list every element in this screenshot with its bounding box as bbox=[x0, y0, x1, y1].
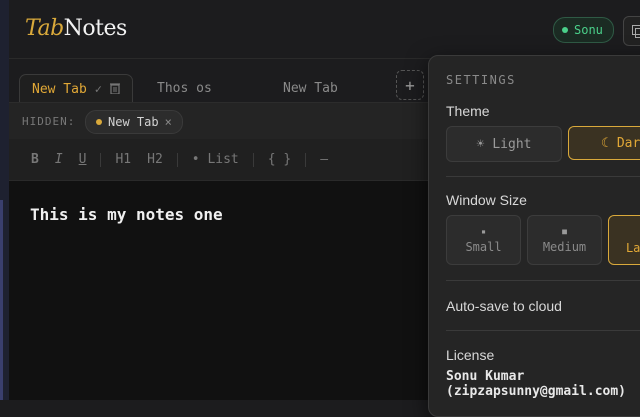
trash-icon[interactable] bbox=[110, 82, 121, 97]
close-icon[interactable]: × bbox=[165, 115, 172, 129]
logo-tab-text: Tab bbox=[25, 16, 64, 41]
small-size-icon: ▪ bbox=[481, 226, 486, 236]
check-icon[interactable]: ✓ bbox=[95, 82, 102, 96]
chip-dot-icon bbox=[96, 119, 102, 125]
tab-label: Thos os bbox=[157, 80, 212, 96]
logo-notes-text: Notes bbox=[63, 16, 128, 41]
user-name: Sonu bbox=[574, 23, 603, 37]
toolbar-separator bbox=[252, 152, 254, 167]
app-logo: TabNotes bbox=[25, 16, 127, 41]
bold-button[interactable]: B bbox=[23, 152, 47, 167]
hidden-chip-label: New Tab bbox=[108, 115, 159, 129]
tab-new-tab[interactable]: New Tab bbox=[271, 74, 350, 102]
hidden-label: HIDDEN: bbox=[22, 115, 76, 128]
window-toggle-button[interactable] bbox=[623, 16, 640, 46]
window-icon-front bbox=[635, 28, 640, 38]
tab-new-tab-active[interactable]: New Tab ✓ bbox=[19, 74, 134, 103]
autosave-label: Auto-save to cloud bbox=[446, 298, 562, 314]
settings-divider bbox=[446, 280, 640, 281]
license-owner: Sonu Kumar (zipzapsunny@gmail.com) bbox=[446, 369, 627, 399]
theme-dark-button[interactable]: ☾ Dark bbox=[568, 126, 640, 160]
moon-icon: ☾ bbox=[601, 135, 609, 151]
toolbar-separator bbox=[176, 152, 178, 167]
size-small-button[interactable]: ▪ Small bbox=[446, 215, 521, 265]
theme-dark-label: Dark bbox=[616, 135, 640, 151]
toolbar-separator bbox=[305, 152, 307, 167]
user-badge[interactable]: Sonu bbox=[553, 17, 614, 43]
theme-light-label: Light bbox=[492, 136, 532, 152]
online-status-icon bbox=[562, 27, 568, 33]
toolbar-separator bbox=[100, 152, 102, 167]
code-button[interactable]: { } bbox=[260, 152, 299, 167]
hidden-tab-chip[interactable]: New Tab × bbox=[85, 110, 183, 134]
theme-light-button[interactable]: ☀ Light bbox=[446, 126, 562, 162]
sun-icon: ☀ bbox=[476, 136, 485, 152]
tab-label: New Tab bbox=[283, 80, 338, 96]
trash-icon-svg bbox=[110, 82, 121, 95]
add-tab-button[interactable]: + bbox=[396, 70, 424, 100]
tab-thos-os[interactable]: Thos os bbox=[145, 74, 224, 102]
italic-button[interactable]: I bbox=[47, 152, 71, 167]
app-window: TabNotes Sonu New Tab ✓ Thos os New Tab … bbox=[9, 0, 640, 417]
settings-title: SETTINGS bbox=[446, 73, 516, 87]
h2-button[interactable]: H2 bbox=[139, 152, 171, 167]
divider-button[interactable]: — bbox=[312, 152, 336, 167]
medium-size-icon: ■ bbox=[562, 226, 567, 236]
note-content[interactable]: This is my notes one bbox=[30, 205, 223, 224]
size-medium-button[interactable]: ■ Medium bbox=[527, 215, 602, 265]
size-small-label: Small bbox=[465, 239, 502, 254]
settings-divider bbox=[446, 176, 640, 177]
underline-button[interactable]: U bbox=[71, 152, 95, 167]
theme-label: Theme bbox=[446, 103, 490, 119]
window-size-label: Window Size bbox=[446, 192, 527, 208]
settings-panel: SETTINGS Theme ☀ Light ☾ Dark Window Siz… bbox=[428, 55, 640, 417]
header: TabNotes Sonu bbox=[9, 0, 640, 59]
settings-divider bbox=[446, 330, 640, 331]
tab-label: New Tab bbox=[32, 81, 87, 97]
size-medium-label: Medium bbox=[542, 239, 587, 254]
left-window-edge-accent bbox=[0, 200, 3, 400]
license-label: License bbox=[446, 347, 495, 363]
list-button[interactable]: • List bbox=[184, 152, 247, 167]
h1-button[interactable]: H1 bbox=[107, 152, 139, 167]
size-large-button[interactable]: ■ Large bbox=[608, 215, 640, 265]
size-large-label: Large bbox=[625, 240, 640, 255]
